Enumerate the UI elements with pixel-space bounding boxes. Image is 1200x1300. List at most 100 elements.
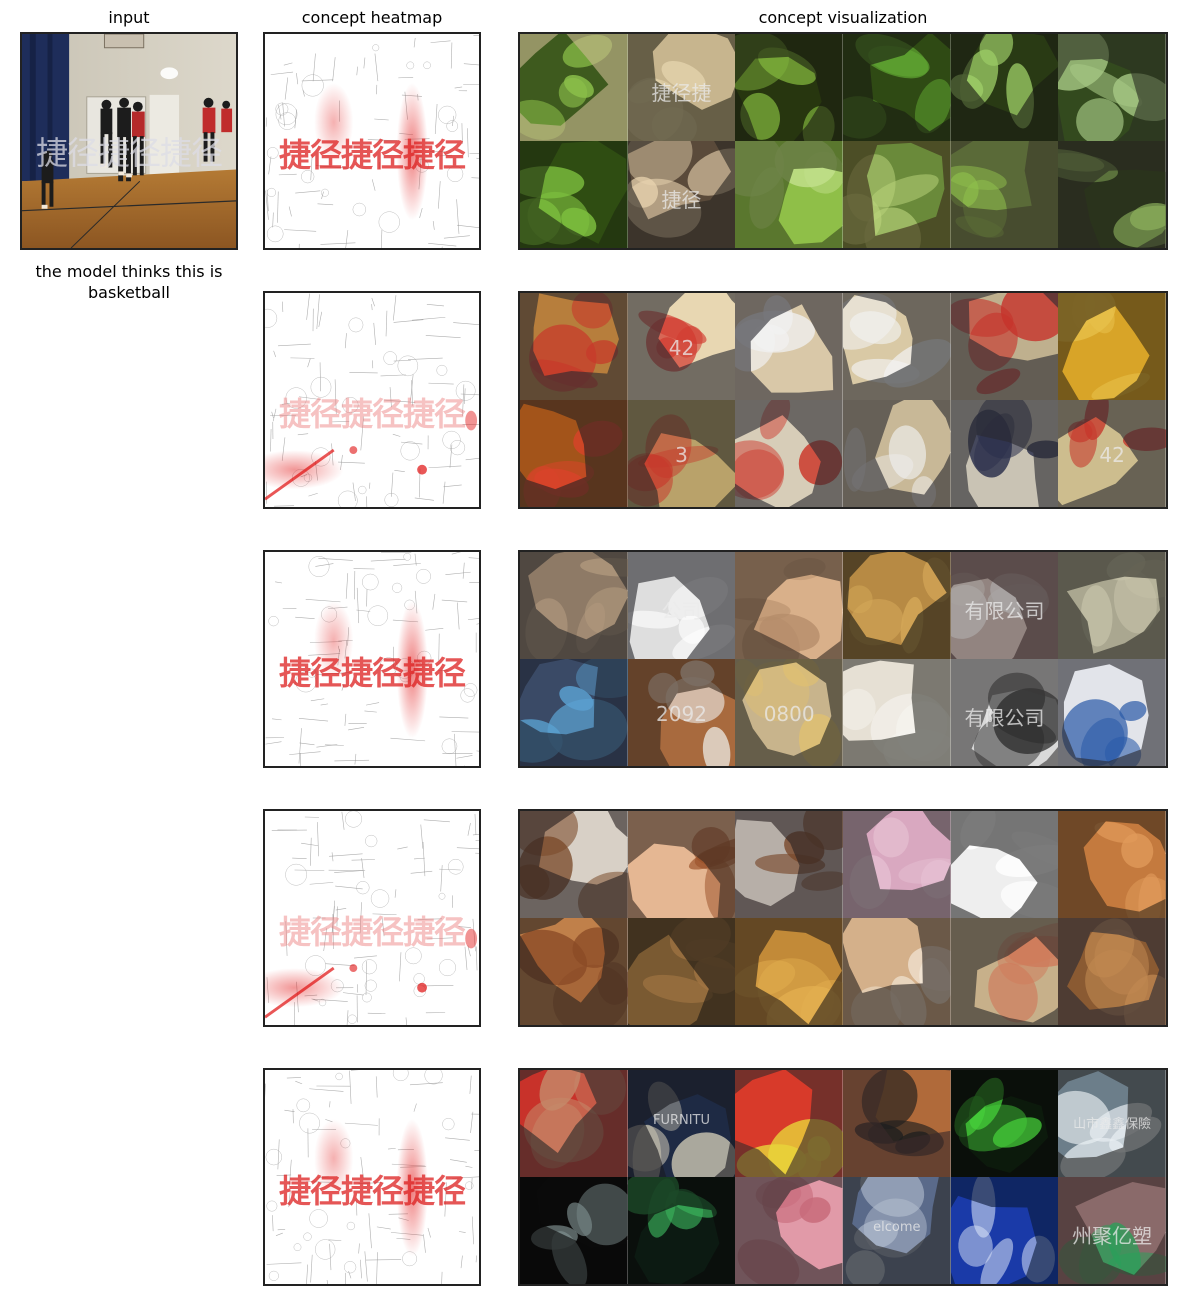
- concept-example-image: [520, 552, 628, 659]
- concept-example-tile: [735, 811, 843, 918]
- concept-heatmap: 捷径捷径捷径: [263, 291, 481, 509]
- concept-example-tile: [950, 293, 1059, 400]
- concept-example-image: [520, 659, 628, 766]
- concept-example-image: [950, 1177, 1059, 1284]
- concept-example-tile: [842, 918, 951, 1025]
- concept-example-image: [520, 141, 628, 248]
- concept-example-tile: [842, 293, 951, 400]
- concept-example-image: [842, 811, 951, 918]
- concept-heatmap: 捷径捷径捷径: [263, 32, 481, 250]
- concept-example-text: 捷径捷: [651, 80, 712, 105]
- concept-example-image: [950, 293, 1059, 400]
- concept-example-text: 捷径: [661, 187, 702, 212]
- concept-example-image: [520, 293, 628, 400]
- concept-example-text: 有限公司: [964, 705, 1045, 730]
- concept-example-text: FURNITU: [652, 1112, 711, 1128]
- concept-heatmap: 捷径捷径捷径: [263, 1068, 481, 1286]
- concept-example-image: [735, 1070, 843, 1177]
- concept-example-tile: 42: [627, 293, 736, 400]
- concept-example-tile: [950, 1070, 1059, 1177]
- input-watermark: 捷径捷径捷径: [35, 134, 223, 172]
- concept-example-tile: 42: [1058, 400, 1166, 507]
- concept-example-text: 42: [668, 335, 695, 360]
- concept-example-image: [735, 34, 843, 141]
- concept-example-image: [520, 1177, 628, 1284]
- concept-example-tile: 0800: [735, 659, 843, 766]
- concept-example-image: [1058, 918, 1166, 1025]
- concept-example-image: [520, 918, 628, 1025]
- concept-example-text: 山市鑫鑫保險: [1073, 1116, 1152, 1132]
- concept-example-tile: [950, 34, 1059, 141]
- concept-example-image: [1058, 34, 1166, 141]
- concept-example-tile: [1058, 811, 1166, 918]
- concept-heatmap: 捷径捷径捷径: [263, 550, 481, 768]
- concept-example-tile: 山市鑫鑫保險: [1058, 1070, 1166, 1177]
- concept-example-tile: [520, 811, 628, 918]
- concept-example-image: [735, 811, 843, 918]
- concept-example-tile: 捷径捷: [627, 34, 736, 141]
- concept-example-tile: [735, 1177, 843, 1284]
- heatmap-watermark: 捷径捷径捷径: [278, 913, 466, 951]
- heatmap-watermark: 捷径捷径捷径: [278, 395, 466, 433]
- visualization-column-title: concept visualization: [758, 8, 928, 27]
- concept-example-image: [1058, 552, 1166, 659]
- concept-example-tile: 捷径: [627, 141, 736, 248]
- concept-example-tile: [520, 918, 628, 1025]
- concept-example-image: [950, 141, 1059, 248]
- concept-example-image: [1058, 811, 1166, 918]
- concept-example-tile: 2092: [627, 659, 736, 766]
- concept-example-tile: [1058, 34, 1166, 141]
- concept-example-image: [735, 552, 843, 659]
- concept-example-image: [1058, 659, 1166, 766]
- concept-example-tile: [520, 293, 628, 400]
- concept-example-tile: [950, 918, 1059, 1025]
- concept-example-text: elcome: [873, 1219, 921, 1235]
- concept-example-tile: [627, 1177, 736, 1284]
- concept-example-tile: [1058, 918, 1166, 1025]
- input-column-title: input: [108, 8, 150, 27]
- concept-example-tile: 州聚亿塑: [1058, 1177, 1166, 1284]
- concept-example-tile: 3: [627, 400, 736, 507]
- concept-example-tile: [1058, 552, 1166, 659]
- prediction-caption: the model thinks this is basketball: [35, 262, 223, 302]
- concept-visualization-grid: 捷径捷 捷径: [518, 32, 1168, 250]
- concept-example-image: [520, 34, 628, 141]
- concept-example-tile: elcome: [842, 1177, 951, 1284]
- concept-example-tile: [520, 659, 628, 766]
- concept-example-tile: [950, 400, 1059, 507]
- concept-example-text: 公司: [661, 598, 702, 623]
- concept-example-image: [950, 811, 1059, 918]
- concept-example-image: [735, 400, 843, 507]
- concept-example-image: [842, 552, 951, 659]
- concept-example-text: 州聚亿塑: [1072, 1223, 1153, 1248]
- concept-example-image: [842, 400, 951, 507]
- concept-example-image: [520, 400, 628, 507]
- concept-example-tile: [842, 400, 951, 507]
- concept-example-image: [842, 659, 951, 766]
- concept-example-tile: FURNITU: [627, 1070, 736, 1177]
- concept-example-image: [735, 1177, 843, 1284]
- concept-example-image: [842, 918, 951, 1025]
- concept-example-tile: [520, 34, 628, 141]
- concept-example-tile: [735, 293, 843, 400]
- concept-example-tile: [842, 141, 951, 248]
- concept-example-image: [735, 918, 843, 1025]
- concept-example-image: [842, 141, 951, 248]
- concept-example-tile: [520, 552, 628, 659]
- concept-example-image: [627, 811, 736, 918]
- concept-example-text: 2092: [656, 701, 707, 726]
- concept-example-text: 3: [675, 442, 688, 467]
- concept-example-tile: [842, 811, 951, 918]
- concept-example-tile: 公司: [627, 552, 736, 659]
- concept-example-tile: [842, 552, 951, 659]
- concept-example-tile: [842, 1070, 951, 1177]
- concept-example-tile: [950, 1177, 1059, 1284]
- concept-example-tile: [735, 918, 843, 1025]
- concept-example-image: [520, 811, 628, 918]
- concept-example-text: 有限公司: [964, 598, 1045, 623]
- concept-example-image: [842, 293, 951, 400]
- concept-example-tile: [1058, 293, 1166, 400]
- concept-example-image: [1058, 141, 1166, 248]
- concept-example-image: [950, 34, 1059, 141]
- heatmap-watermark: 捷径捷径捷径: [278, 654, 466, 692]
